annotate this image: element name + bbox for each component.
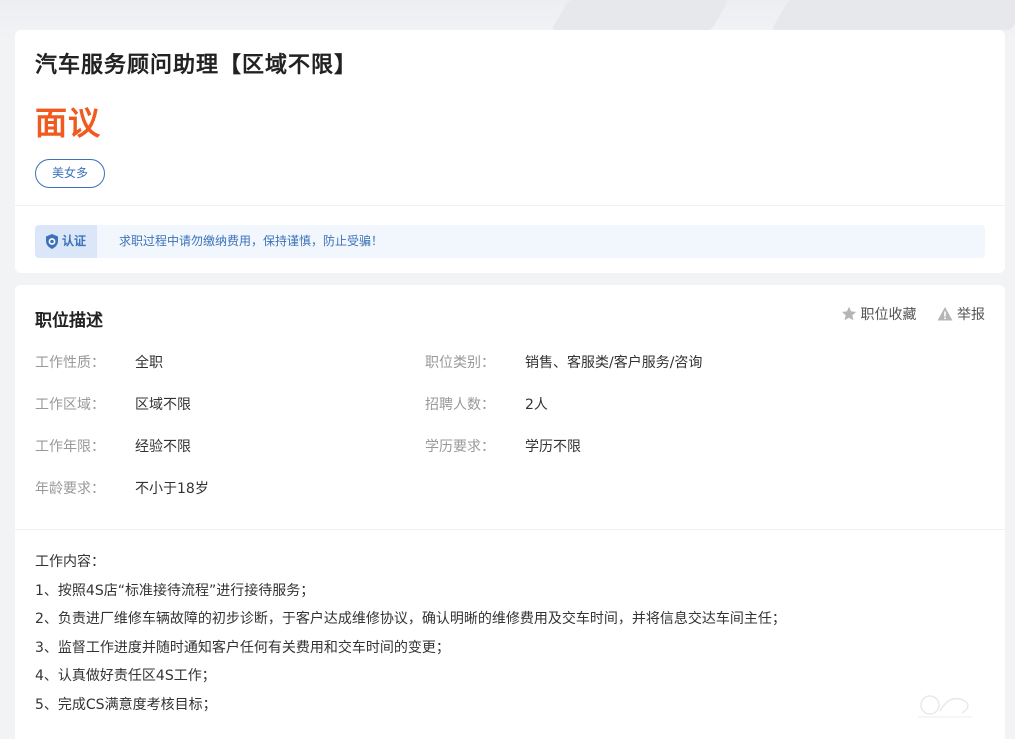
job-actions: 职位收藏 举报 xyxy=(825,304,985,326)
verify-badge: 认证 xyxy=(35,225,97,258)
content-line: 3、监督工作进度并随时通知客户任何有关费用和交车时间的变更； xyxy=(35,639,450,656)
field-label: 职位类别： xyxy=(425,355,495,371)
field-value: 全职 xyxy=(135,355,163,371)
content-line: 2、负责进厂维修车辆故障的初步诊断，于客户达成维修协议，确认明晰的维修费用及交车… xyxy=(35,611,786,627)
content-line: 工作内容： xyxy=(35,554,105,570)
section-title: 职位描述 xyxy=(35,311,103,331)
field-label: 年龄要求： xyxy=(35,481,105,497)
field-value: 销售、客服类/客户服务/咨询 xyxy=(525,355,703,371)
field-label: 工作性质： xyxy=(35,355,105,371)
report-label: 举报 xyxy=(957,307,985,323)
job-tag: 美女多 xyxy=(35,159,105,188)
field-value: 不小于18岁 xyxy=(135,481,209,497)
star-icon xyxy=(841,306,856,321)
safety-notice-text: 求职过程中请勿缴纳费用，保持谨慎，防止受骗！ xyxy=(119,234,384,248)
field-value: 学历不限 xyxy=(525,439,581,455)
content-line: 1、按照4S店“标准接待流程”进行接待服务； xyxy=(35,582,315,599)
favorite-label: 职位收藏 xyxy=(860,307,917,323)
salary: 面议 xyxy=(35,104,102,142)
field-value: 2人 xyxy=(525,397,548,413)
field-label: 工作年限： xyxy=(35,439,105,455)
header-divider xyxy=(15,205,1005,206)
safety-notice: 认证 求职过程中请勿缴纳费用，保持谨慎，防止受骗！ xyxy=(35,225,985,258)
favorite-button[interactable]: 职位收藏 xyxy=(841,304,917,324)
description-divider xyxy=(15,529,1005,530)
shield-check-icon xyxy=(46,234,58,249)
verify-badge-label: 认证 xyxy=(62,234,87,248)
warning-triangle-icon xyxy=(937,307,953,321)
job-description-card: 职位描述 职位收藏 举报 工作性质： 全职 职位类别： 销售、客服类/客户服务/… xyxy=(15,285,1005,739)
job-content: 工作内容： 1、按照4S店“标准接待流程”进行接待服务； 2、负责进厂维修车辆故… xyxy=(35,548,786,719)
report-button[interactable]: 举报 xyxy=(937,304,985,324)
job-header-card: 汽车服务顾问助理【区域不限】 面议 美女多 认证 求职过程中请勿缴纳费用，保持谨… xyxy=(15,30,1005,273)
job-title: 汽车服务顾问助理【区域不限】 xyxy=(35,53,358,78)
content-line: 4、认真做好责任区4S工作； xyxy=(35,668,216,684)
field-label: 工作区域： xyxy=(35,397,105,413)
field-value: 区域不限 xyxy=(135,397,191,413)
watermark-logo xyxy=(918,695,972,718)
field-label: 招聘人数： xyxy=(425,397,495,413)
field-label: 学历要求： xyxy=(425,439,495,455)
field-value: 经验不限 xyxy=(135,439,191,455)
content-line: 5、完成CS满意度考核目标； xyxy=(35,696,217,713)
